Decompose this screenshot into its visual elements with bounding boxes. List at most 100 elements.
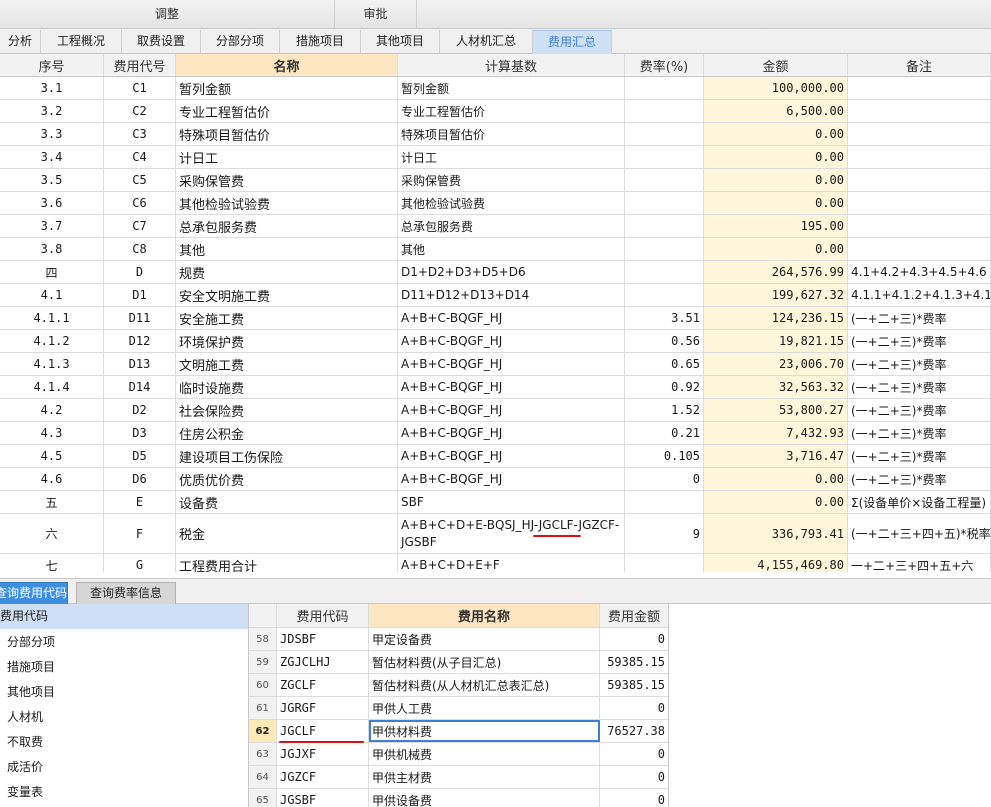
code-table-row[interactable]: 63 JGJXF 甲供机械费 0 — [249, 743, 668, 766]
code-cell-amount[interactable]: 59385.15 — [600, 651, 668, 673]
code-cell-name[interactable]: 甲供材料费 — [369, 720, 600, 742]
cell-seq[interactable]: 4.1 — [0, 284, 104, 306]
cell-code[interactable]: D5 — [104, 445, 176, 467]
cell-amount[interactable]: 0.00 — [704, 169, 848, 191]
cell-code[interactable]: D2 — [104, 399, 176, 421]
cell-amount[interactable]: 0.00 — [704, 146, 848, 168]
cell-name[interactable]: 安全文明施工费 — [176, 284, 398, 306]
cell-name[interactable]: 安全施工费 — [176, 307, 398, 329]
cell-name[interactable]: 规费 — [176, 261, 398, 283]
tree-item-fee-code[interactable]: 费用代码 — [0, 604, 248, 629]
cell-amount[interactable]: 0.00 — [704, 192, 848, 214]
tab-query-fee-code[interactable]: 查询费用代码 — [0, 582, 68, 604]
cell-name[interactable]: 特殊项目暂估价 — [176, 123, 398, 145]
cell-seq[interactable]: 4.3 — [0, 422, 104, 444]
cell-note[interactable] — [848, 169, 991, 191]
header-amount[interactable]: 金额 — [704, 54, 848, 76]
cell-note[interactable] — [848, 77, 991, 99]
cell-name[interactable]: 住房公积金 — [176, 422, 398, 444]
cell-code[interactable]: C7 — [104, 215, 176, 237]
header-fee-amount[interactable]: 费用金额 — [600, 604, 668, 627]
cell-rate[interactable] — [625, 169, 704, 191]
cell-code[interactable]: E — [104, 491, 176, 513]
tab-fee-settings[interactable]: 取费设置 — [122, 30, 201, 54]
cell-code[interactable]: D14 — [104, 376, 176, 398]
grid-row[interactable]: 4.1.1 D11 安全施工费 A+B+C-BQGF_HJ 3.51 124,236.15… — [0, 307, 991, 330]
cell-code[interactable]: C6 — [104, 192, 176, 214]
cell-amount[interactable]: 32,563.32 — [704, 376, 848, 398]
code-table-row[interactable]: 58 JDSBF 甲定设备费 0 — [249, 628, 668, 651]
cell-name[interactable]: 采购保管费 — [176, 169, 398, 191]
grid-row[interactable]: 4.6 D6 优质优价费 A+B+C-BQGF_HJ 0 0.00 (一+二+三)*费率 — [0, 468, 991, 491]
grid-row[interactable]: 六 F 税金 A+B+C+D+E-BQSJ_HJ-JGCLF-JGZCF-JGSBF 9… — [0, 514, 991, 554]
cell-base[interactable]: 采购保管费 — [398, 169, 625, 191]
header-base[interactable]: 计算基数 — [398, 54, 625, 76]
cell-rate[interactable] — [625, 261, 704, 283]
cell-rate[interactable]: 0.56 — [625, 330, 704, 352]
grid-row[interactable]: 3.5 C5 采购保管费 采购保管费 0.00 — [0, 169, 991, 192]
cell-base[interactable]: 总承包服务费 — [398, 215, 625, 237]
cell-rate[interactable] — [625, 215, 704, 237]
cell-note[interactable]: 4.1+4.2+4.3+4.5+4.6 — [848, 261, 991, 283]
code-table-row[interactable]: 61 JGRGF 甲供人工费 0 — [249, 697, 668, 720]
cell-amount[interactable]: 336,793.41 — [704, 514, 848, 553]
code-cell-code[interactable]: JGJXF — [277, 743, 369, 765]
cell-amount[interactable]: 6,500.00 — [704, 100, 848, 122]
cell-note[interactable] — [848, 146, 991, 168]
tab-analysis[interactable]: 分析 — [0, 30, 41, 54]
cell-seq[interactable]: 4.5 — [0, 445, 104, 467]
cell-name[interactable]: 计日工 — [176, 146, 398, 168]
code-table-row[interactable]: 64 JGZCF 甲供主材费 0 — [249, 766, 668, 789]
cell-code[interactable]: C1 — [104, 77, 176, 99]
cell-seq[interactable]: 四 — [0, 261, 104, 283]
code-table-row[interactable]: 65 JGSBF 甲供设备费 0 — [249, 789, 668, 807]
cell-note[interactable]: Σ(设备单价×设备工程量) — [848, 491, 991, 513]
cell-amount[interactable]: 0.00 — [704, 123, 848, 145]
tree-item-other-items[interactable]: 其他项目 — [0, 680, 248, 705]
cell-seq[interactable]: 3.6 — [0, 192, 104, 214]
cell-code[interactable]: C8 — [104, 238, 176, 260]
cell-seq[interactable]: 六 — [0, 514, 104, 553]
code-cell-amount[interactable]: 0 — [600, 766, 668, 788]
code-cell-amount[interactable]: 59385.15 — [600, 674, 668, 696]
cell-note[interactable] — [848, 100, 991, 122]
cell-name[interactable]: 社会保险费 — [176, 399, 398, 421]
cell-base[interactable]: 暂列金额 — [398, 77, 625, 99]
tree-item-subdivision[interactable]: 分部分项 — [0, 630, 248, 655]
cell-amount[interactable]: 0.00 — [704, 468, 848, 490]
cell-base[interactable]: A+B+C+D+E+F — [398, 554, 625, 572]
grid-row[interactable]: 七 G 工程费用合计 A+B+C+D+E+F 4,155,469.80 一+二+三+四+五… — [0, 554, 991, 572]
cell-code[interactable]: G — [104, 554, 176, 572]
cell-code[interactable]: C4 — [104, 146, 176, 168]
cell-base[interactable]: 计日工 — [398, 146, 625, 168]
cell-amount[interactable]: 23,006.70 — [704, 353, 848, 375]
cell-note[interactable]: (一+二+三)*费率 — [848, 353, 991, 375]
cell-base[interactable]: A+B+C-BQGF_HJ — [398, 445, 625, 467]
cell-seq[interactable]: 4.1.4 — [0, 376, 104, 398]
cell-seq[interactable]: 3.4 — [0, 146, 104, 168]
cell-amount[interactable]: 3,716.47 — [704, 445, 848, 467]
tab-subdivision[interactable]: 分部分项 — [201, 30, 280, 54]
tab-other-items[interactable]: 其他项目 — [361, 30, 440, 54]
cell-seq[interactable]: 4.1.2 — [0, 330, 104, 352]
cell-name[interactable]: 临时设施费 — [176, 376, 398, 398]
code-cell-code[interactable]: JGCLF — [277, 720, 369, 742]
cell-code[interactable]: D6 — [104, 468, 176, 490]
cell-note[interactable]: 4.1.1+4.1.2+4.1.3+4.1.4 — [848, 284, 991, 306]
grid-row[interactable]: 3.1 C1 暂列金额 暂列金额 100,000.00 — [0, 77, 991, 100]
tab-query-rate-info[interactable]: 查询费率信息 — [76, 582, 176, 604]
code-table-row[interactable]: 60 ZGCLF 暂估材料费(从人材机汇总表汇总) 59385.15 — [249, 674, 668, 697]
grid-row[interactable]: 4.1 D1 安全文明施工费 D11+D12+D13+D14 199,627.32 4.1… — [0, 284, 991, 307]
cell-amount[interactable]: 19,821.15 — [704, 330, 848, 352]
tree-item-measures[interactable]: 措施项目 — [0, 655, 248, 680]
cell-note[interactable]: (一+二+三)*费率 — [848, 422, 991, 444]
grid-row[interactable]: 3.6 C6 其他检验试验费 其他检验试验费 0.00 — [0, 192, 991, 215]
header-seq[interactable]: 序号 — [0, 54, 104, 76]
header-fee-code[interactable]: 费用代码 — [277, 604, 369, 627]
tree-item-labor-material-machine[interactable]: 人材机 — [0, 705, 248, 730]
cell-rate[interactable]: 9 — [625, 514, 704, 553]
grid-row[interactable]: 五 E 设备费 SBF 0.00 Σ(设备单价×设备工程量) — [0, 491, 991, 514]
cell-note[interactable] — [848, 192, 991, 214]
cell-name[interactable]: 其他 — [176, 238, 398, 260]
cell-rate[interactable] — [625, 146, 704, 168]
